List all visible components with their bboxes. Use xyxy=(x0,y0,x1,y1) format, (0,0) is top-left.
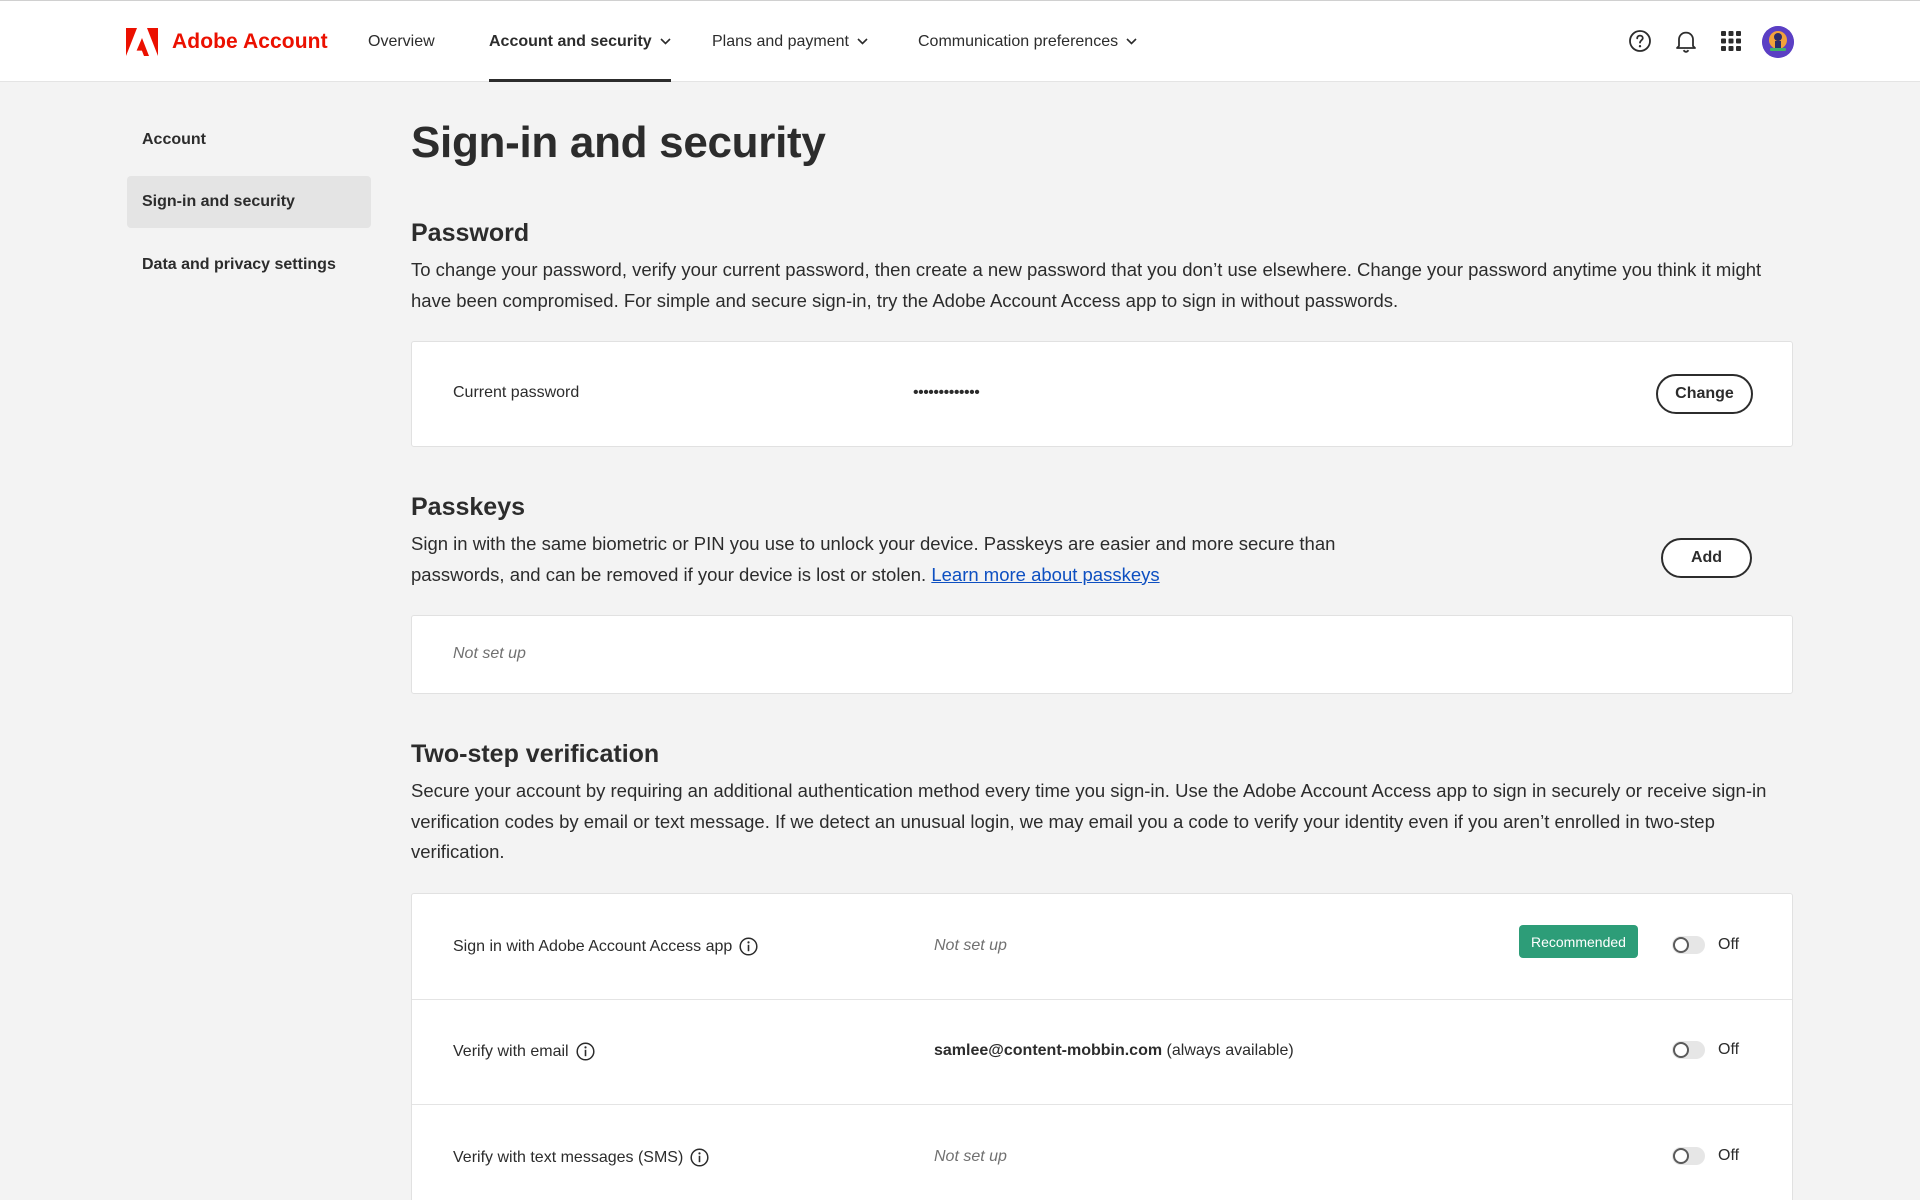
help-icon[interactable] xyxy=(1626,27,1654,55)
toggle-switch[interactable] xyxy=(1672,1147,1705,1165)
current-password-masked-value: ••••••••••••• xyxy=(913,384,980,401)
password-card: Current password ••••••••••••• Change xyxy=(411,341,1793,447)
nav-overview[interactable]: Overview xyxy=(368,1,435,82)
row-divider xyxy=(412,999,1792,1000)
nav-plans-and-payment[interactable]: Plans and payment xyxy=(712,1,868,82)
verify-email-address: samlee@content-mobbin.com xyxy=(934,1042,1163,1059)
two-step-row-label: Verify with text messages (SMS) xyxy=(453,1148,709,1167)
row-divider xyxy=(412,1104,1792,1105)
brand-name: Adobe Account xyxy=(172,30,328,53)
toggle-state-label: Off xyxy=(1718,1147,1740,1164)
page-title: Sign-in and security xyxy=(411,118,826,167)
password-description: To change your password, verify your cur… xyxy=(411,259,1762,311)
passkeys-card: Not set up xyxy=(411,615,1793,694)
adobe-logo-icon xyxy=(126,28,158,56)
add-passkey-button[interactable]: Add xyxy=(1661,538,1752,578)
passkeys-description-text: Sign in with the same biometric or PIN y… xyxy=(411,533,1336,585)
nav-account-and-security[interactable]: Account and security xyxy=(489,1,671,82)
verify-email-note: (always available) xyxy=(1166,1042,1294,1059)
verify-email-value: samlee@content-mobbin.com (always availa… xyxy=(934,1042,1294,1060)
passkeys-section-title: Passkeys xyxy=(411,493,526,521)
verify-sms-toggle[interactable]: Off xyxy=(1672,1147,1739,1165)
two-step-description: Secure your account by requiring an addi… xyxy=(411,780,1767,862)
change-password-button[interactable]: Change xyxy=(1656,374,1753,414)
two-step-section-title: Two-step verification xyxy=(411,740,660,768)
two-step-card: Sign in with Adobe Account Access app No… xyxy=(411,893,1793,1200)
toggle-knob xyxy=(1673,937,1689,953)
chevron-down-icon xyxy=(660,38,671,45)
sidebar-item-label: Data and privacy settings xyxy=(142,256,336,273)
two-step-row-label: Sign in with Adobe Account Access app xyxy=(453,937,758,956)
access-app-status: Not set up xyxy=(934,937,1007,954)
sidebar-item-data-and-privacy-settings[interactable]: Data and privacy settings xyxy=(127,239,371,291)
info-icon[interactable] xyxy=(576,1042,595,1061)
info-icon[interactable] xyxy=(690,1148,709,1167)
toggle-state-label: Off xyxy=(1718,936,1740,953)
toggle-state-label: Off xyxy=(1718,1041,1740,1058)
sidebar-item-sign-in-and-security[interactable]: Sign-in and security xyxy=(127,176,371,228)
nav-communication-preferences-label: Communication preferences xyxy=(918,32,1119,50)
info-icon[interactable] xyxy=(739,937,758,956)
toggle-switch[interactable] xyxy=(1672,936,1705,954)
verify-sms-status: Not set up xyxy=(934,1148,1007,1165)
notifications-bell-icon[interactable] xyxy=(1672,27,1700,55)
nav-communication-preferences[interactable]: Communication preferences xyxy=(918,1,1137,82)
verify-sms-label: Verify with text messages (SMS) xyxy=(453,1148,684,1166)
nav-overview-label: Overview xyxy=(368,32,435,50)
passkeys-status: Not set up xyxy=(453,645,526,662)
avatar-image xyxy=(1762,26,1794,58)
nav-account-and-security-label: Account and security xyxy=(489,32,652,50)
sidebar-item-label: Sign-in and security xyxy=(142,193,295,210)
toggle-knob xyxy=(1673,1042,1689,1058)
passkeys-description: Sign in with the same biometric or PIN y… xyxy=(411,529,1351,590)
toggle-switch[interactable] xyxy=(1672,1041,1705,1059)
top-navigation-bar: Adobe Account Overview Account and secur… xyxy=(0,0,1920,82)
toggle-knob xyxy=(1673,1148,1689,1164)
sidebar-item-label: Account xyxy=(142,131,206,148)
verify-email-toggle[interactable]: Off xyxy=(1672,1041,1739,1059)
current-password-label: Current password xyxy=(453,384,580,401)
chevron-down-icon xyxy=(857,38,868,45)
password-section-title: Password xyxy=(411,219,530,247)
two-step-row-label: Verify with email xyxy=(453,1042,595,1061)
learn-more-passkeys-link[interactable]: Learn more about passkeys xyxy=(931,564,1159,585)
sidebar-item-account[interactable]: Account xyxy=(127,114,371,166)
nav-plans-and-payment-label: Plans and payment xyxy=(712,32,849,50)
recommended-badge: Recommended xyxy=(1519,925,1638,958)
verify-email-label: Verify with email xyxy=(453,1042,569,1060)
user-avatar[interactable] xyxy=(1762,26,1794,58)
access-app-toggle[interactable]: Off xyxy=(1672,936,1739,954)
chevron-down-icon xyxy=(1126,38,1137,45)
adobe-account-home-link[interactable]: Adobe Account xyxy=(126,27,328,57)
access-app-label: Sign in with Adobe Account Access app xyxy=(453,937,733,955)
apps-grid-icon[interactable] xyxy=(1717,27,1745,55)
